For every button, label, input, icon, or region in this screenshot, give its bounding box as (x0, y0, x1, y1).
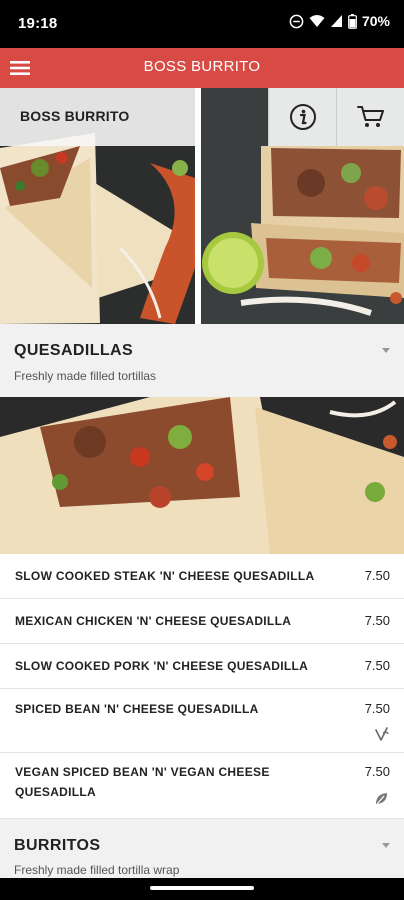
item-price: 7.50 (364, 701, 390, 716)
vegan-leaf-icon (376, 793, 387, 805)
menu-item[interactable]: SLOW COOKED PORK 'N' CHEESE QUESADILLA 7… (0, 644, 404, 689)
menu-list[interactable]: QUESADILLAS Freshly made filled tortilla… (0, 324, 404, 878)
item-name: MEXICAN CHICKEN 'N' CHEESE QUESADILLA (15, 614, 292, 628)
category-title: BURRITOS (14, 837, 101, 854)
battery-percent: 70% (361, 13, 390, 29)
item-name: SPICED BEAN 'N' CHEESE QUESADILLA (15, 702, 259, 716)
menu-item[interactable]: SPICED BEAN 'N' CHEESE QUESADILLA 7.50 (0, 689, 404, 753)
chevron-down-icon[interactable] (382, 348, 390, 353)
menu-item[interactable]: MEXICAN CHICKEN 'N' CHEESE QUESADILLA 7.… (0, 599, 404, 644)
category-burritos[interactable]: BURRITOS Freshly made filled tortilla wr… (0, 819, 404, 878)
status-bar: 19:18 70% (0, 0, 404, 48)
item-name-line1: VEGAN SPICED BEAN 'N' VEGAN CHEESE (15, 765, 270, 779)
category-quesadillas[interactable]: QUESADILLAS Freshly made filled tortilla… (0, 324, 404, 397)
item-price: 7.50 (364, 764, 390, 779)
app-title: BOSS BURRITO (143, 58, 261, 75)
menu-item[interactable]: SLOW COOKED STEAK 'N' CHEESE QUESADILLA … (0, 554, 404, 599)
do-not-disturb-icon (289, 14, 304, 28)
status-time: 19:18 (18, 15, 58, 32)
category-title: QUESADILLAS (14, 342, 134, 359)
restaurant-header: BOSS BURRITO (0, 88, 195, 146)
status-icons: 70% (289, 13, 390, 29)
wifi-icon (309, 15, 325, 27)
item-price: 7.50 (364, 658, 390, 673)
item-price: 7.50 (364, 568, 390, 583)
battery-icon (348, 13, 357, 29)
quesadilla-category-photo (0, 397, 404, 554)
item-price: 7.50 (364, 613, 390, 628)
restaurant-name: BOSS BURRITO (20, 108, 130, 124)
cart-icon[interactable] (336, 88, 404, 146)
info-icon[interactable] (268, 88, 336, 146)
system-nav-bar (0, 878, 404, 900)
vegetarian-icon (375, 727, 389, 741)
signal-icon (330, 15, 342, 27)
hero-banner: BOSS BURRITO (0, 88, 404, 324)
app-bar: BOSS BURRITO (0, 48, 404, 88)
category-description: Freshly made filled tortillas (14, 369, 157, 383)
item-name: SLOW COOKED STEAK 'N' CHEESE QUESADILLA (15, 569, 315, 583)
item-name-line2: QUESADILLA (15, 785, 96, 799)
item-name: SLOW COOKED PORK 'N' CHEESE QUESADILLA (15, 659, 309, 673)
menu-item[interactable]: VEGAN SPICED BEAN 'N' VEGAN CHEESE QUESA… (0, 753, 404, 819)
home-indicator[interactable] (150, 886, 254, 890)
category-description: Freshly made filled tortilla wrap (14, 863, 180, 877)
hero-actions (268, 88, 404, 146)
chevron-down-icon[interactable] (382, 843, 390, 848)
